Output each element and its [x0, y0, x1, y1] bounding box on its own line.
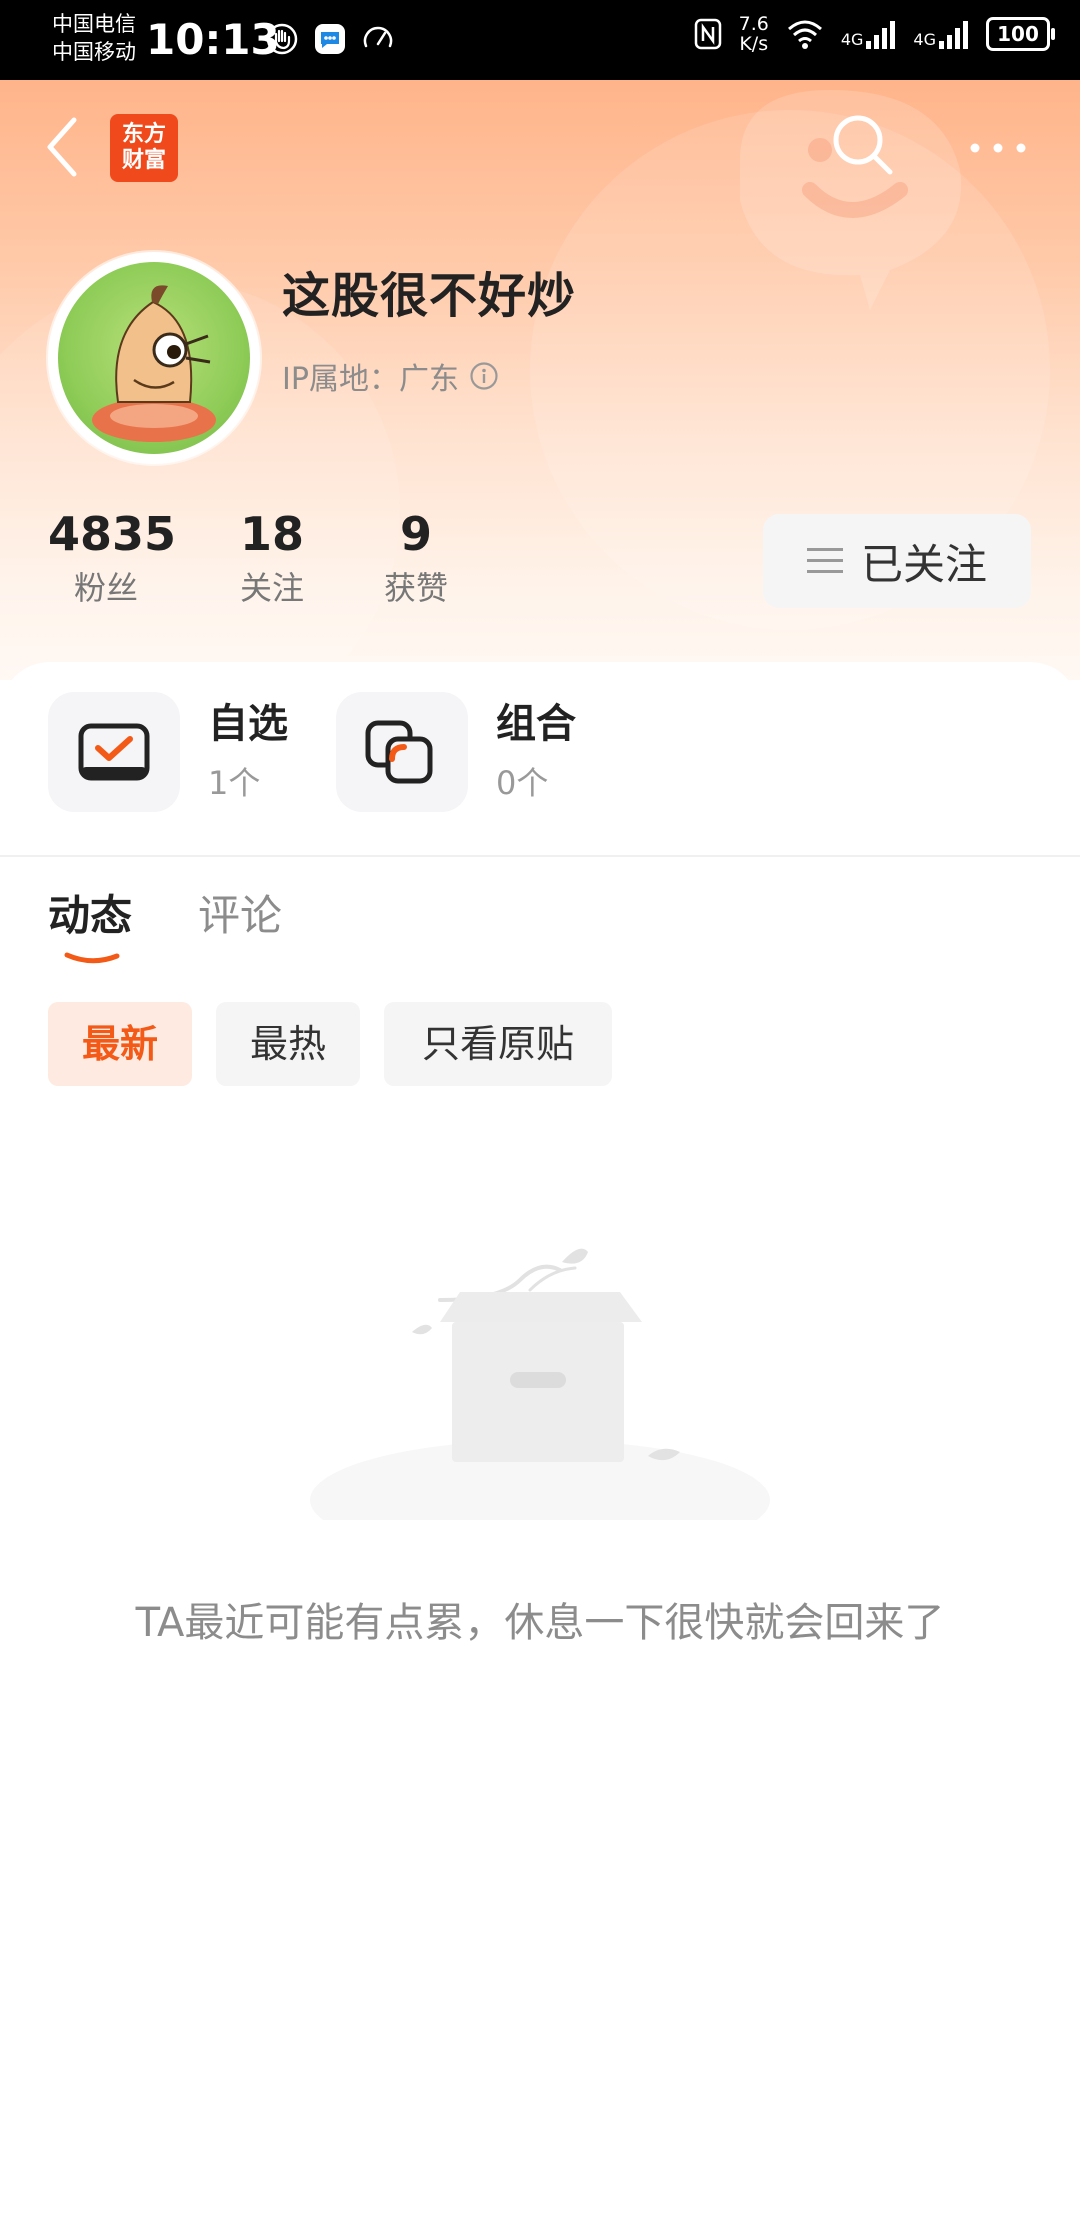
- watchlist-count: 1个: [208, 764, 261, 802]
- portfolio-icon-box: [336, 692, 468, 812]
- filter-latest[interactable]: 最新: [48, 1002, 192, 1086]
- followed-button-label: 已关注: [860, 539, 987, 589]
- logo-text-line-1: 东方: [121, 122, 166, 147]
- filter-hottest[interactable]: 最热: [216, 1002, 360, 1086]
- battery-indicator: 100: [986, 17, 1055, 51]
- net-speed: 7.6 K/s: [739, 14, 769, 54]
- more-options-icon[interactable]: [965, 128, 1031, 168]
- shortcut-portfolio[interactable]: 组合 0个: [336, 692, 576, 812]
- stat-following-value: 18: [239, 507, 304, 561]
- watchlist-title: 自选: [208, 701, 288, 747]
- nfc-icon: [694, 18, 721, 50]
- stat-fans-value: 4835: [48, 507, 177, 561]
- signal-2: 4G: [913, 19, 970, 49]
- signal-bars-icon: [866, 21, 896, 49]
- cartoon-avatar-icon: [92, 285, 216, 442]
- ip-location: IP属地：广东: [282, 362, 459, 397]
- net-speed-value: 7.6: [738, 13, 769, 35]
- tab-comments[interactable]: 评论: [198, 888, 282, 944]
- info-icon[interactable]: [469, 361, 499, 391]
- portfolio-count: 0个: [496, 764, 549, 802]
- logo-text-line-2: 财富: [121, 148, 166, 173]
- net-speed-unit: K/s: [739, 33, 769, 55]
- carrier-1: 中国电信: [52, 12, 136, 36]
- stat-likes-label: 获赞: [383, 569, 448, 607]
- message-app-icon: [315, 24, 345, 54]
- checkbox-watchlist-icon: [78, 723, 150, 781]
- wifi-icon: [787, 20, 822, 49]
- speedometer-icon: [363, 26, 393, 48]
- avatar-image: [58, 262, 250, 454]
- watchlist-icon-box: [48, 692, 180, 812]
- stat-following[interactable]: 18 关注: [222, 506, 322, 610]
- carrier-2: 中国移动: [52, 40, 136, 64]
- stat-fans-label: 粉丝: [73, 569, 138, 607]
- empty-box-illustration: [310, 1248, 770, 1520]
- stat-likes-value: 9: [399, 507, 432, 561]
- stat-likes[interactable]: 9 获赞: [366, 506, 466, 610]
- section-divider: [0, 855, 1080, 857]
- avatar[interactable]: [48, 252, 260, 464]
- signal-2-label: 4G: [913, 30, 936, 49]
- active-tab-indicator: [64, 952, 120, 964]
- eastmoney-logo[interactable]: 东方 财富: [110, 114, 178, 182]
- stat-following-label: 关注: [239, 569, 304, 607]
- carrier-info: 中国电信 中国移动: [52, 10, 136, 66]
- hand-icon: [266, 23, 298, 55]
- empty-state-message: TA最近可能有点累，休息一下很快就会回来了: [135, 1600, 945, 1646]
- back-arrow-icon[interactable]: [42, 112, 82, 182]
- portfolio-icon: [365, 720, 433, 784]
- portfolio-title: 组合: [496, 701, 576, 747]
- signal-bars-icon: [939, 21, 968, 49]
- followed-button[interactable]: 已关注: [763, 514, 1031, 608]
- stat-fans[interactable]: 4835 粉丝: [48, 506, 177, 610]
- notification-icons: [265, 22, 395, 56]
- ip-location-row: IP属地：广东: [282, 354, 499, 398]
- system-icons: 7.6 K/s 4G 4G 100: [693, 14, 1055, 54]
- filter-original-only[interactable]: 只看原贴: [384, 1002, 612, 1086]
- signal-1: 4G: [841, 19, 898, 49]
- status-bar: 中国电信 中国移动 10:13 7.6 K/s 4G 4G 100: [0, 0, 1080, 80]
- signal-1-label: 4G: [840, 30, 864, 49]
- search-icon[interactable]: [830, 112, 896, 178]
- status-time: 10:13: [146, 15, 280, 64]
- shortcut-watchlist[interactable]: 自选 1个: [48, 692, 288, 812]
- tab-posts[interactable]: 动态: [48, 888, 132, 944]
- menu-lines-icon: [806, 548, 843, 573]
- username: 这股很不好炒: [282, 268, 577, 324]
